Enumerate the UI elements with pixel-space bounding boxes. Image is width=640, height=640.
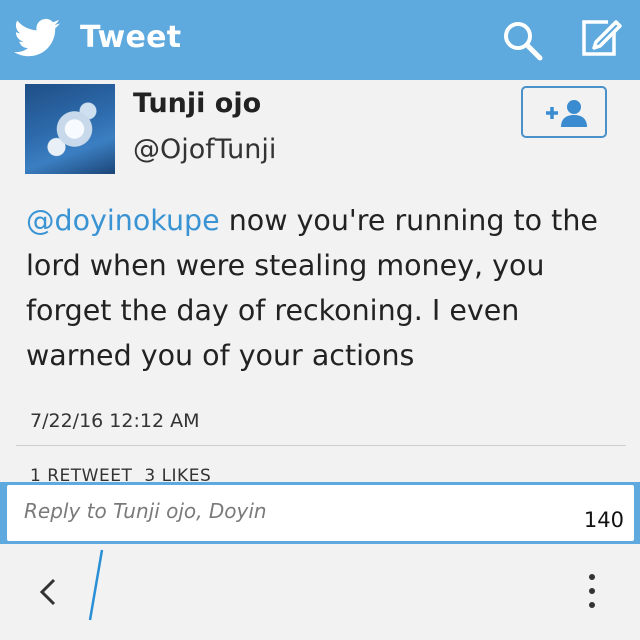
tweet-timestamp: 7/22/16 12:12 AM	[30, 410, 200, 432]
reply-placeholder: Reply to Tunji ojo, Doyin	[24, 499, 267, 523]
top-bar: Tweet	[0, 0, 640, 80]
back-chevron-icon[interactable]	[36, 574, 60, 610]
follow-button[interactable]	[521, 86, 607, 138]
avatar[interactable]	[25, 84, 115, 174]
user-name[interactable]: Tunji ojo	[133, 88, 261, 119]
twitter-bird-icon	[14, 18, 60, 57]
compose-icon[interactable]	[578, 18, 622, 58]
text-cursor-handle[interactable]	[84, 548, 108, 622]
character-counter: 140	[583, 508, 624, 532]
search-icon[interactable]	[498, 18, 546, 62]
mention-link[interactable]: @doyinokupe	[26, 204, 220, 237]
divider	[16, 445, 626, 446]
add-user-icon	[546, 100, 587, 127]
tweet-text: @doyinokupe now you're running to the lo…	[26, 198, 626, 378]
user-handle[interactable]: @OjofTunji	[133, 134, 276, 165]
more-vertical-icon[interactable]	[586, 572, 598, 610]
page-title: Tweet	[80, 20, 182, 55]
